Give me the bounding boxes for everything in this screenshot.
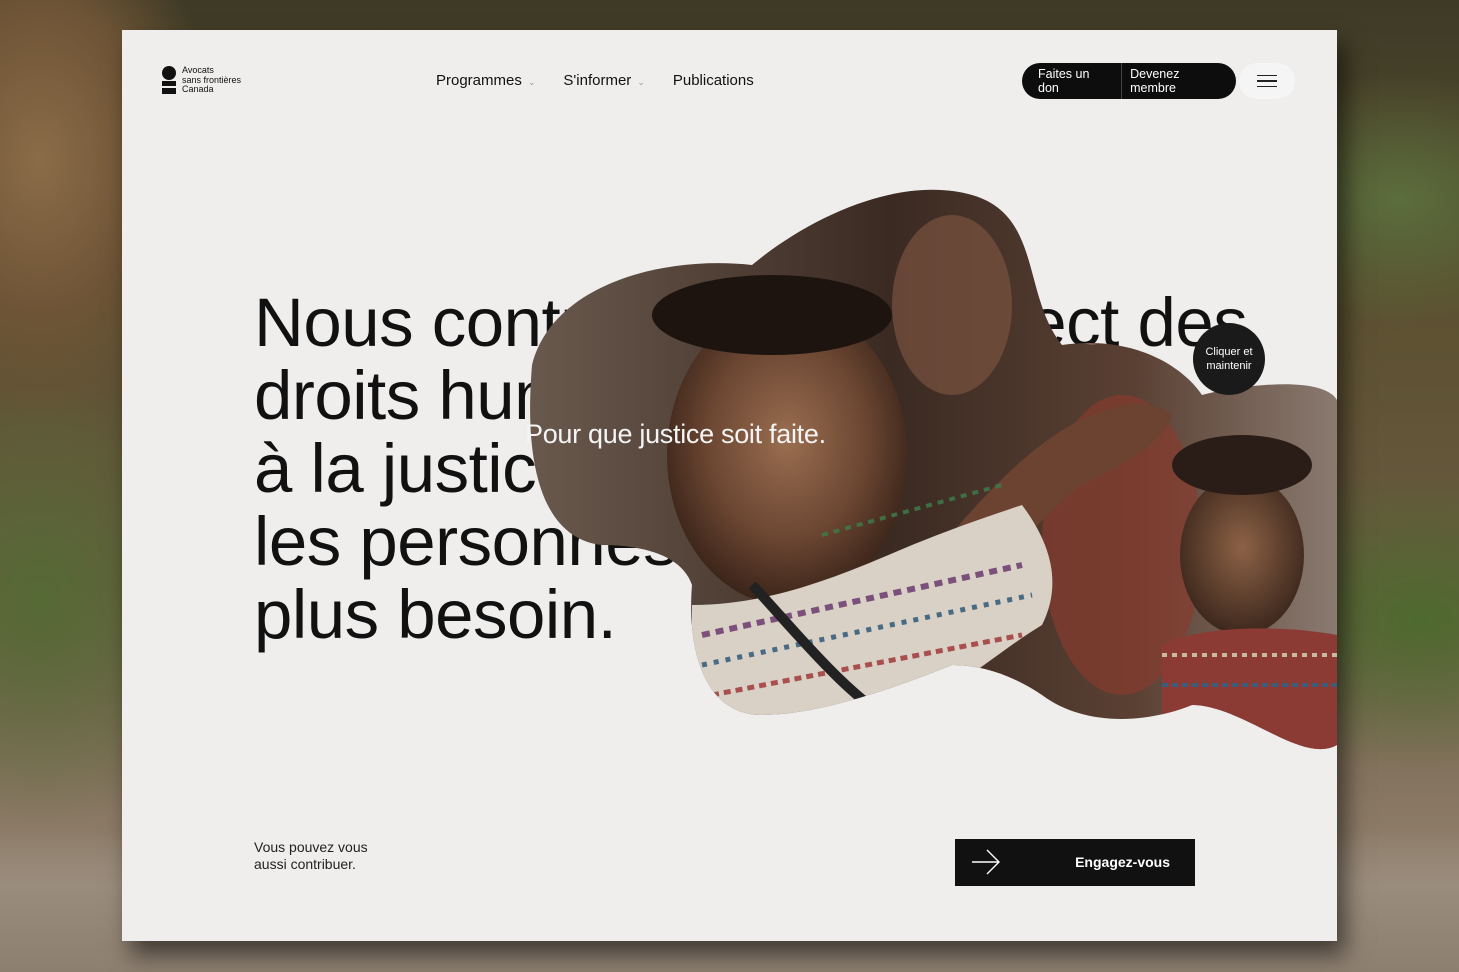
nav-item-label: Programmes xyxy=(436,72,522,89)
nav-item-publications[interactable]: Publications xyxy=(673,72,754,89)
chevron-down-icon: ⌄ xyxy=(637,77,645,87)
nav-item-programmes[interactable]: Programmes ⌄ xyxy=(436,72,535,89)
hero-blob-image[interactable] xyxy=(522,185,1337,755)
site-logo[interactable]: Avocats sans frontières Canada xyxy=(162,65,241,95)
menu-button[interactable] xyxy=(1239,63,1295,99)
nav-item-sinformer[interactable]: S'informer ⌄ xyxy=(563,72,644,89)
browser-page: Avocats sans frontières Canada Programme… xyxy=(122,30,1337,941)
chevron-down-icon: ⌄ xyxy=(527,77,536,87)
hold-button-line: maintenir xyxy=(1206,360,1252,372)
engage-button[interactable]: Engagez-vous xyxy=(955,839,1195,886)
contribute-text: Vous pouvez vous aussi contribuer. xyxy=(254,839,368,873)
hamburger-menu-icon xyxy=(1257,75,1277,87)
hold-button-line: Cliquer et xyxy=(1205,346,1253,358)
arrow-right-icon xyxy=(972,849,1000,875)
contribute-line: aussi contribuer. xyxy=(254,856,356,872)
engage-button-label: Engagez-vous xyxy=(1075,854,1170,870)
donate-button[interactable]: Faites un don xyxy=(1022,63,1121,99)
logo-line: Canada xyxy=(182,84,214,94)
logo-text: Avocats sans frontières Canada xyxy=(182,65,241,95)
nav-item-label: Publications xyxy=(672,72,754,89)
click-and-hold-button[interactable]: Cliquer et maintenir xyxy=(1193,323,1265,395)
main-nav: Programmes ⌄ S'informer ⌄ Publications xyxy=(436,72,754,89)
logo-mark-icon xyxy=(162,66,176,94)
become-member-button[interactable]: Devenez membre xyxy=(1122,63,1236,99)
hero-overlay-text: Pour que justice soit faite. xyxy=(525,419,826,449)
blob-photo xyxy=(530,189,1337,750)
nav-item-label: S'informer xyxy=(563,72,632,89)
contribute-line: Vous pouvez vous xyxy=(254,839,368,855)
header-cta-group: Faites un don Devenez membre xyxy=(1022,63,1236,99)
